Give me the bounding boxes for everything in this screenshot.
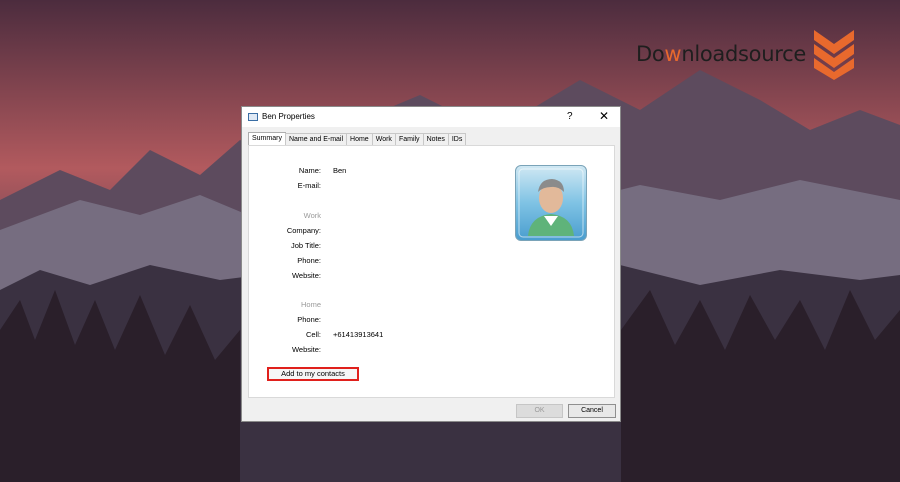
tab-work[interactable]: Work [371, 133, 396, 145]
dialog-title: Ben Properties [262, 112, 315, 121]
company-label: Company: [286, 226, 321, 235]
email-label: E-mail: [297, 181, 321, 190]
contact-properties-dialog: Ben Properties ? ✕ Summary Name and E-ma… [241, 106, 621, 422]
cell-value: +61413913641 [333, 330, 384, 339]
tab-summary[interactable]: Summary [248, 132, 286, 146]
logo-middle: nload [681, 42, 739, 66]
tab-name-and-email[interactable]: Name and E-mail [284, 133, 348, 145]
job-title-label: Job Title: [290, 241, 321, 250]
home-section-header: Home [300, 300, 321, 309]
home-phone-label: Phone: [297, 315, 321, 324]
work-phone-label: Phone: [297, 256, 321, 265]
tab-family[interactable]: Family [394, 133, 424, 145]
cancel-button[interactable]: Cancel [568, 404, 616, 418]
tab-home[interactable]: Home [346, 133, 373, 145]
chevron-down-icon [814, 30, 854, 80]
logo-prefix: Do [636, 42, 665, 66]
tab-notes[interactable]: Notes [422, 133, 449, 145]
help-button[interactable]: ? [567, 111, 573, 122]
work-website-label: Website: [291, 271, 321, 280]
site-logo: Downloadsource [636, 42, 806, 66]
contact-card-icon [248, 113, 258, 121]
work-section-header: Work [303, 211, 321, 220]
cell-label: Cell: [305, 330, 321, 339]
logo-suffix: source [738, 42, 806, 66]
home-website-label: Website: [291, 345, 321, 354]
title-bar: Ben Properties ? ✕ [242, 107, 620, 127]
tab-ids[interactable]: IDs [447, 133, 467, 145]
add-to-contacts-button[interactable]: Add to my contacts [267, 367, 359, 381]
name-label: Name: [298, 166, 321, 175]
ok-button[interactable]: OK [516, 404, 563, 418]
name-value: Ben [333, 166, 347, 175]
summary-panel: Name: Ben E-mail: Work Company: Job Titl… [248, 145, 615, 398]
close-button[interactable]: ✕ [599, 109, 609, 123]
logo-highlight: w [664, 42, 682, 66]
person-icon [518, 168, 584, 238]
contact-avatar [515, 165, 587, 241]
